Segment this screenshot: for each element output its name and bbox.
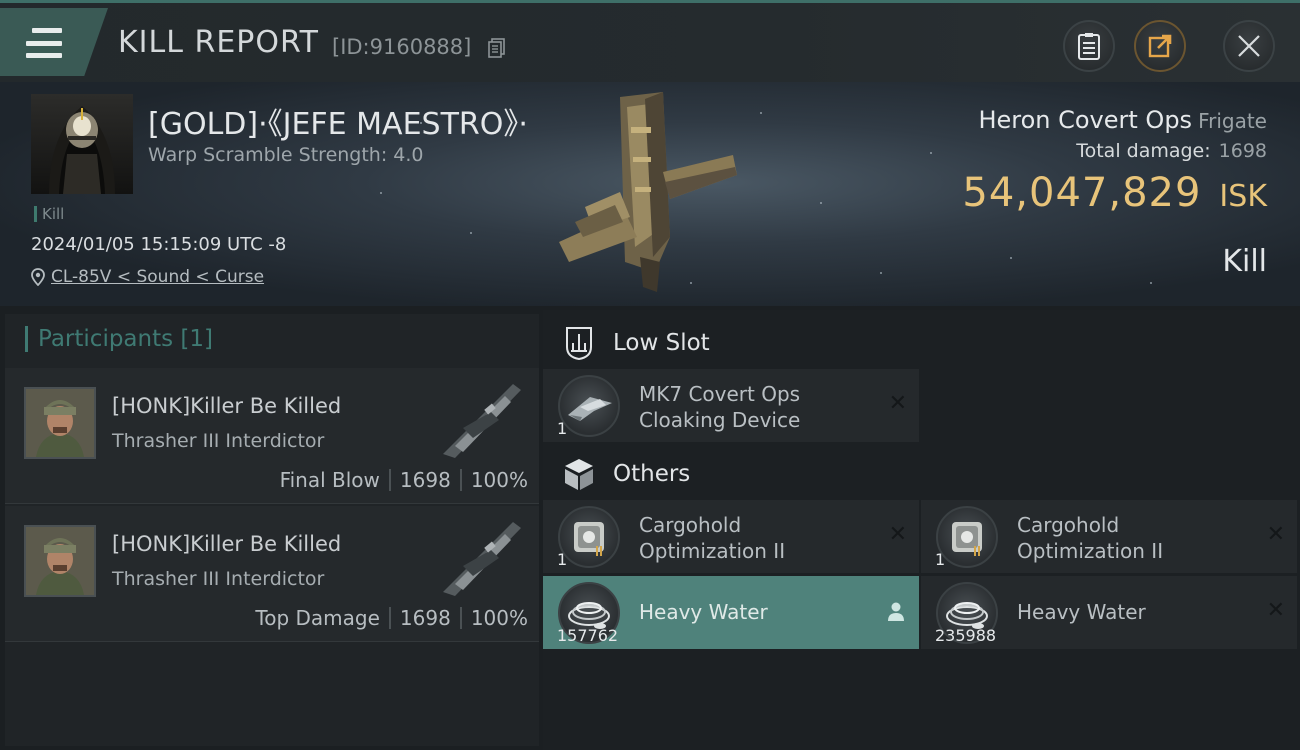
module-name: Cargohold Optimization II (639, 512, 859, 564)
ship-type-name: Heron Covert Ops (978, 106, 1193, 134)
participant-role: Final Blow (279, 468, 380, 492)
isk-amount: 54,047,829 (962, 170, 1202, 216)
page-title: KILL REPORT (118, 25, 319, 60)
destroyed-icon: ✕ (1266, 598, 1285, 623)
kill-report-id: [ID:9160888] (332, 35, 472, 59)
module-item[interactable]: 1 MK7 Covert Ops Cloaking Device ✕ (543, 369, 919, 442)
module-quantity: 235988 (935, 626, 997, 645)
victim-ship-render (559, 92, 737, 292)
module-name-line2: Cloaking Device (639, 408, 801, 432)
cargohold-icon (936, 506, 998, 568)
total-damage-value: 1698 (1218, 140, 1267, 162)
ship-class: Frigate (1198, 109, 1267, 133)
dropped-loot-person-icon (888, 602, 904, 621)
victim-avatar (49, 106, 115, 194)
module-name: MK7 Covert Ops Cloaking Device (639, 381, 859, 433)
others-label: Others (613, 461, 691, 487)
kill-datetime: 2024/01/05 15:15:09 UTC -8 (31, 234, 287, 255)
module-name: Heavy Water (639, 600, 768, 624)
victim-ship-name[interactable]: Heron Covert Ops Frigate (978, 106, 1267, 134)
close-icon (1238, 35, 1260, 57)
module-name: Cargohold Optimization II (1017, 512, 1237, 564)
destroyed-icon: ✕ (888, 522, 907, 547)
share-button[interactable] (1134, 20, 1186, 72)
close-button[interactable] (1223, 20, 1275, 72)
cloaking-device-icon (558, 375, 620, 437)
participant-damage: 1698 (399, 468, 451, 492)
module-quantity: 1 (557, 550, 568, 569)
kill-type-tag: Kill (34, 206, 64, 222)
location-link[interactable]: CL-85V < Sound < Curse (51, 267, 264, 287)
participant-stats: Final Blow 1698 100% (280, 468, 528, 492)
module-quantity: 1 (935, 550, 946, 569)
total-damage-label: Total damage: (1076, 140, 1211, 162)
victim-portrait[interactable] (31, 94, 133, 194)
cargohold-icon (558, 506, 620, 568)
isk-value: 54,047,829 ISK (962, 170, 1267, 216)
participant-role: Top Damage (255, 606, 380, 630)
module-name: Heavy Water (1017, 600, 1146, 624)
module-name-line2: Optimization II (639, 539, 786, 563)
module-item[interactable]: 157762 Heavy Water (543, 576, 919, 649)
copy-icon[interactable] (488, 38, 506, 58)
destroyed-icon: ✕ (1266, 522, 1285, 547)
low-slot-label: Low Slot (613, 330, 710, 356)
warp-scramble-strength: Warp Scramble Strength: 4.0 (148, 144, 424, 166)
module-name-line1: Cargohold (639, 513, 742, 537)
participant-percent: 100% (470, 468, 528, 492)
participant-damage: 1698 (399, 606, 451, 630)
participant-name[interactable]: [HONK]Killer Be Killed (112, 394, 341, 418)
menu-button[interactable] (0, 8, 108, 76)
clipboard-button[interactable] (1063, 20, 1115, 72)
module-name-line1: MK7 Covert Ops (639, 382, 801, 406)
kill-location[interactable]: CL-85V < Sound < Curse (31, 267, 264, 287)
participants-header: Participants [1] (25, 326, 213, 352)
participant-avatar (24, 525, 96, 597)
module-name-line1: Cargohold (1017, 513, 1120, 537)
module-name-line2: Optimization II (1017, 539, 1164, 563)
share-icon (1148, 34, 1172, 58)
total-damage: Total damage: 1698 (1076, 140, 1267, 162)
participant-ship: Thrasher III Interdictor (112, 430, 325, 452)
fitting-panel: Low Slot 1 MK7 Covert Ops Cloaking Devic… (543, 310, 1300, 750)
participants-panel: Participants [1] [HONK]Killer Be Killed … (5, 314, 539, 746)
module-item[interactable]: 235988 Heavy Water ✕ (921, 576, 1297, 649)
participant-avatar (24, 387, 96, 459)
others-header: Others (543, 448, 1300, 500)
participant-stats: Top Damage 1698 100% (255, 606, 528, 630)
top-bar: KILL REPORT [ID:9160888] (0, 0, 1300, 82)
destroyed-icon: ✕ (888, 391, 907, 416)
participant-ship-render (443, 384, 521, 458)
participant-row[interactable]: [HONK]Killer Be Killed Thrasher III Inte… (5, 506, 539, 642)
location-pin-icon (31, 268, 45, 286)
module-item[interactable]: 1 Cargohold Optimization II ✕ (543, 500, 919, 573)
participant-ship-render (443, 522, 521, 596)
participant-ship: Thrasher III Interdictor (112, 568, 325, 590)
victim-pilot-name[interactable]: [GOLD]·《JEFE MAESTRO》· (148, 99, 528, 143)
module-quantity: 1 (557, 419, 568, 438)
hamburger-menu-icon (26, 28, 62, 58)
participant-name[interactable]: [HONK]Killer Be Killed (112, 532, 341, 556)
module-quantity: 157762 (557, 626, 619, 645)
victim-banner: [GOLD]·《JEFE MAESTRO》· Warp Scramble Str… (0, 82, 1300, 306)
module-item[interactable]: 1 Cargohold Optimization II ✕ (921, 500, 1297, 573)
low-slot-icon (566, 327, 592, 361)
participant-row[interactable]: [HONK]Killer Be Killed Thrasher III Inte… (5, 368, 539, 504)
participant-percent: 100% (470, 606, 528, 630)
clipboard-icon (1078, 33, 1100, 60)
kill-result: Kill (1222, 244, 1267, 279)
low-slot-header: Low Slot (543, 317, 1300, 369)
isk-unit: ISK (1219, 179, 1267, 214)
cube-icon (565, 459, 593, 490)
